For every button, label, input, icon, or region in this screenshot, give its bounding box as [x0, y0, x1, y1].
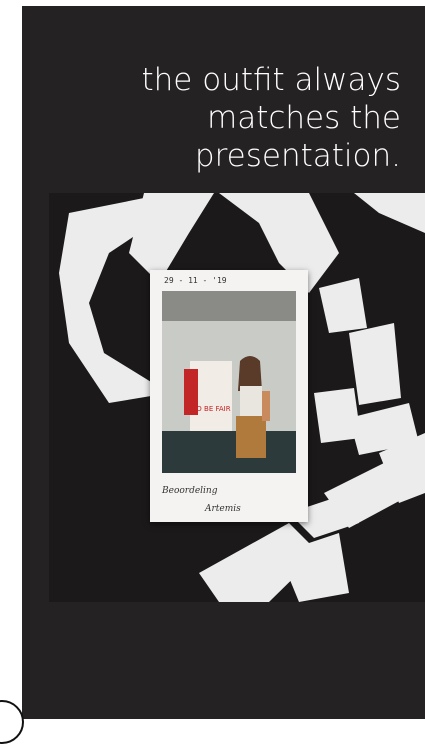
- polaroid-date: 29 - 11 - '19: [164, 276, 227, 285]
- post-card: the outfit always matches the presentati…: [22, 6, 425, 719]
- poster-text: TO BE FAIR: [191, 405, 231, 413]
- polaroid-caption-line1: Beoordeling: [162, 486, 218, 496]
- avatar[interactable]: [0, 700, 24, 744]
- polaroid-photo: 29 - 11 - '19 TO BE FAIR Beoordeling Art…: [150, 270, 308, 522]
- polaroid-scene-graphic: TO BE FAIR: [162, 291, 296, 473]
- polaroid-image: TO BE FAIR: [162, 291, 296, 473]
- headline-text: the outfit always matches the presentati…: [141, 62, 402, 174]
- polaroid-caption-line2: Artemis: [205, 504, 241, 514]
- post-photo[interactable]: 29 - 11 - '19 TO BE FAIR Beoordeling Art…: [49, 193, 425, 602]
